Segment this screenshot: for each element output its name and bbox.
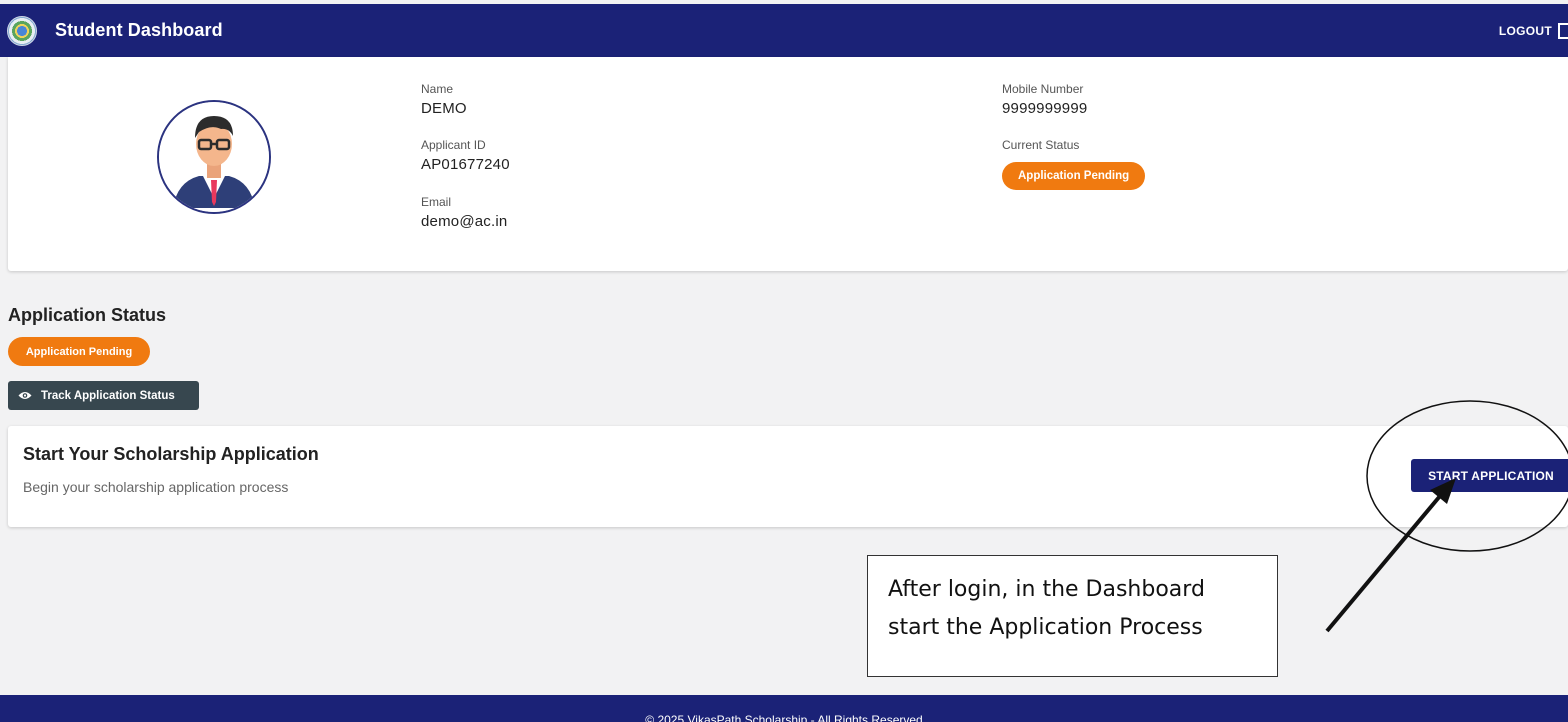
mobile-field: Mobile Number 9999999999 <box>1002 82 1087 117</box>
logout-button[interactable]: LOGOUT <box>1499 4 1568 57</box>
current-status-field: Current Status Application Pending <box>1002 138 1146 190</box>
name-field: Name DEMO <box>421 82 467 117</box>
email-label: Email <box>421 195 452 209</box>
email-value: demo@ac.in <box>421 213 508 230</box>
footer-text: © 2025 VikasPath Scholarship - All Right… <box>645 713 923 722</box>
current-status-badge: Application Pending <box>1002 162 1146 190</box>
name-label: Name <box>421 82 454 96</box>
applicant-id-value: AP01677240 <box>421 156 510 173</box>
app-title: Student Dashboard <box>55 20 223 40</box>
application-status-badge: Application Pending <box>8 337 150 366</box>
applicant-id-field: Applicant ID AP01677240 <box>421 138 510 173</box>
footer: © 2025 VikasPath Scholarship - All Right… <box>0 695 1568 722</box>
applicant-id-label: Applicant ID <box>421 138 486 152</box>
start-application-card: Start Your Scholarship Application Begin… <box>8 426 1568 527</box>
top-app-bar: Student Dashboard LOGOUT <box>0 4 1568 57</box>
callout-line-2: start the Application Process <box>888 615 1203 640</box>
start-application-button[interactable]: START APPLICATION <box>1411 459 1568 492</box>
name-value: DEMO <box>421 100 467 117</box>
mobile-label: Mobile Number <box>1002 82 1084 96</box>
avatar-illustration <box>159 102 269 212</box>
profile-card: Name DEMO Applicant ID AP01677240 Email … <box>8 57 1568 271</box>
mobile-value: 9999999999 <box>1002 100 1088 117</box>
track-application-status-button[interactable]: Track Application Status <box>8 381 199 410</box>
email-field: Email demo@ac.in <box>421 195 507 230</box>
start-application-title: Start Your Scholarship Application <box>23 444 319 464</box>
track-button-label: Track Application Status <box>41 389 175 402</box>
emblem-icon <box>7 15 37 46</box>
logout-label: LOGOUT <box>1498 23 1552 38</box>
start-application-description: Begin your scholarship application proce… <box>23 479 289 495</box>
callout-line-1: After login, in the Dashboard <box>888 577 1205 602</box>
logout-icon <box>1558 22 1568 39</box>
eye-icon <box>18 392 32 399</box>
current-status-label: Current Status <box>1002 138 1080 152</box>
application-status-title: Application Status <box>8 305 167 325</box>
annotation-callout: After login, in the Dashboard start the … <box>867 555 1278 677</box>
user-avatar-icon <box>157 100 271 214</box>
